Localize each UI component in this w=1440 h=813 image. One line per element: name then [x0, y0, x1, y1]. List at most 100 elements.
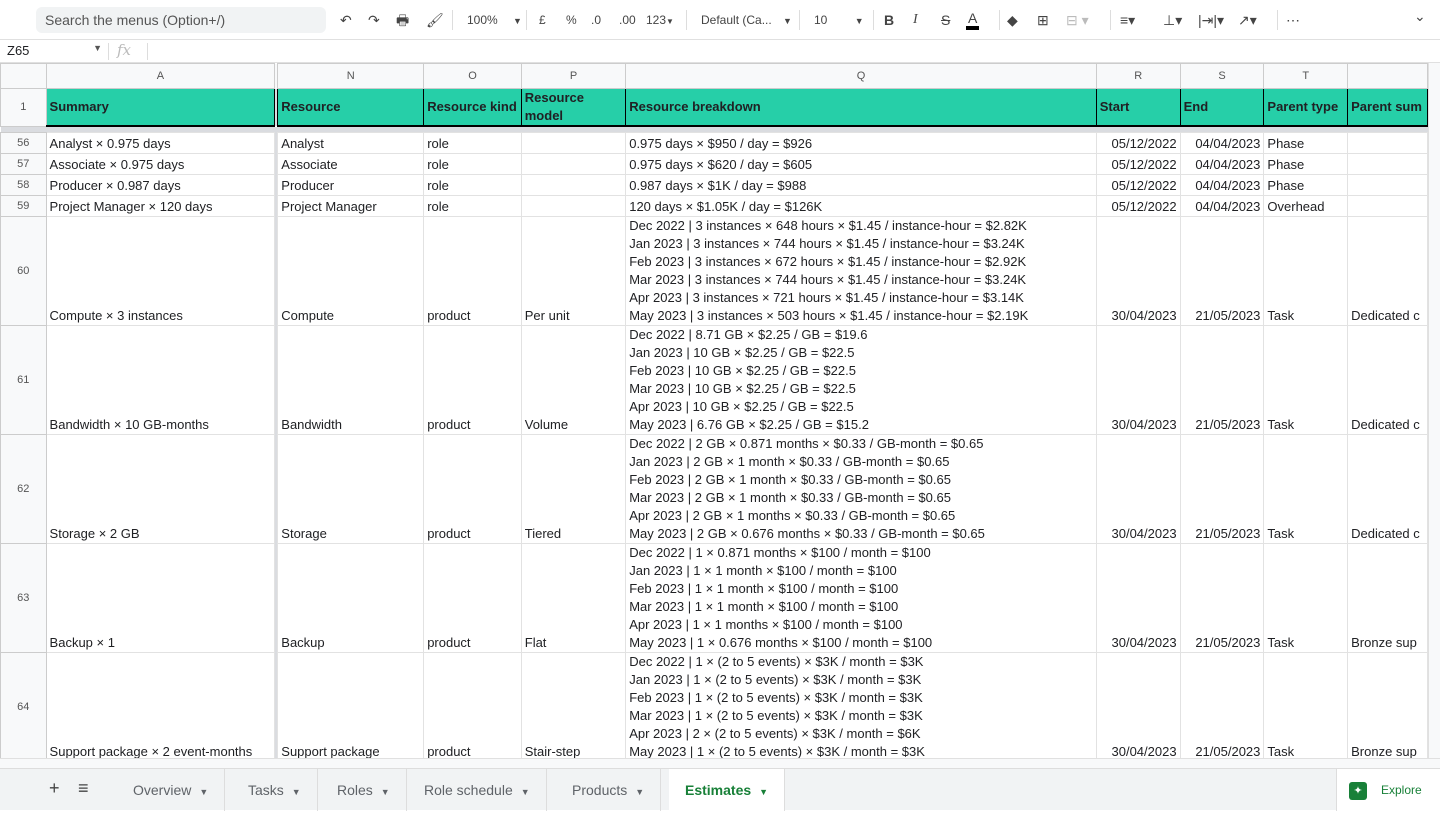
cell[interactable]: product	[423, 215, 522, 326]
cell[interactable]: 30/04/2023	[1095, 433, 1181, 544]
cell[interactable]: Analyst × 0.975 days	[45, 131, 276, 154]
column-header[interactable]: T	[1263, 63, 1349, 89]
horizontal-align-icon[interactable]: ≡▾	[1120, 10, 1135, 30]
cell[interactable]: 05/12/2022	[1095, 194, 1181, 217]
cell[interactable]: product	[423, 433, 522, 544]
cell[interactable]: role	[423, 131, 522, 154]
strikethrough-button[interactable]: S	[941, 10, 950, 30]
percent-button[interactable]: %	[566, 10, 577, 30]
cell[interactable]: Dec 2022 | 3 instances × 648 hours × $1.…	[625, 215, 1097, 326]
cell[interactable]	[1347, 152, 1428, 175]
row-header[interactable]: 63	[0, 542, 47, 653]
column-header[interactable]: A	[45, 63, 276, 89]
cell[interactable]: 05/12/2022	[1095, 131, 1181, 154]
cell[interactable]	[520, 173, 627, 196]
cell[interactable]: 30/04/2023	[1095, 651, 1181, 758]
zoom-select[interactable]: 100% ▼	[467, 10, 522, 31]
cell[interactable]: Project Manager	[277, 194, 425, 217]
cell[interactable]: Storage × 2 GB	[45, 433, 276, 544]
undo-icon[interactable]: ↶	[340, 10, 352, 30]
formula-input[interactable]	[155, 43, 1355, 60]
cell[interactable]: Producer	[277, 173, 425, 196]
search-menus-input[interactable]: Search the menus (Option+/)	[36, 7, 326, 33]
all-sheets-button[interactable]: ≡	[78, 778, 89, 799]
increase-decimal-button[interactable]: .00	[619, 10, 636, 30]
cell[interactable]: Bandwidth × 10 GB-months	[45, 324, 276, 435]
column-header[interactable]: P	[520, 63, 627, 89]
tab-tasks[interactable]: Tasks ▼	[232, 769, 318, 811]
cell[interactable]: Resource model	[520, 88, 627, 127]
cell[interactable]: Tiered	[520, 433, 627, 544]
cell[interactable]: Dec 2022 | 8.71 GB × $2.25 / GB = $19.6 …	[625, 324, 1097, 435]
column-header[interactable]: S	[1179, 63, 1265, 89]
cell[interactable]: 04/04/2023	[1179, 173, 1265, 196]
cell[interactable]: role	[423, 152, 522, 175]
horizontal-scrollbar[interactable]	[0, 758, 1440, 768]
number-format-button[interactable]: 123▼	[646, 10, 674, 32]
cell[interactable]: Flat	[520, 542, 627, 653]
cell[interactable]: Backup × 1	[45, 542, 276, 653]
cell[interactable]: Task	[1263, 215, 1349, 326]
cell[interactable]: Bandwidth	[277, 324, 425, 435]
add-sheet-button[interactable]: +	[49, 778, 60, 799]
italic-button[interactable]: I	[913, 10, 918, 30]
cell[interactable]: Compute × 3 instances	[45, 215, 276, 326]
cell[interactable]: Backup	[277, 542, 425, 653]
cell[interactable]: 21/05/2023	[1179, 542, 1265, 653]
paint-format-icon[interactable]: 🖌	[426, 10, 444, 30]
column-header[interactable]: N	[277, 63, 425, 89]
decrease-decimal-button[interactable]: .0	[591, 10, 601, 30]
cell[interactable]: Resource kind	[423, 88, 522, 127]
cell[interactable]: Volume	[520, 324, 627, 435]
cell[interactable]	[520, 131, 627, 154]
cell[interactable]: 21/05/2023	[1179, 324, 1265, 435]
cell[interactable]: 04/04/2023	[1179, 131, 1265, 154]
cell[interactable]: 04/04/2023	[1179, 194, 1265, 217]
currency-button[interactable]: £	[539, 10, 546, 30]
column-header[interactable]	[1347, 63, 1428, 89]
row-header[interactable]: 60	[0, 215, 47, 326]
row-header[interactable]: 64	[0, 651, 47, 758]
name-box[interactable]: Z65 ▼	[7, 43, 102, 58]
row-header[interactable]: 61	[0, 324, 47, 435]
chevron-down-icon[interactable]: ▼	[759, 787, 768, 797]
tab-estimates[interactable]: Estimates ▼	[669, 769, 786, 811]
cell[interactable]: 21/05/2023	[1179, 433, 1265, 544]
cell[interactable]: product	[423, 542, 522, 653]
column-header[interactable]: R	[1095, 63, 1181, 89]
cell[interactable]: product	[423, 651, 522, 758]
merge-cells-icon[interactable]: ⊟ ▾	[1066, 10, 1089, 30]
cell[interactable]: role	[423, 173, 522, 196]
font-size-select[interactable]: 10 ▼	[814, 10, 864, 31]
cell[interactable]: Parent type	[1263, 88, 1349, 127]
cell[interactable]: Bronze sup	[1347, 542, 1428, 653]
cell[interactable]: Dedicated c	[1347, 433, 1428, 544]
vertical-align-icon[interactable]: ⊥▾	[1163, 10, 1182, 30]
tab-overview[interactable]: Overview ▼	[117, 769, 226, 811]
text-wrap-icon[interactable]: |⇥|▾	[1198, 10, 1224, 30]
tab-role-schedule[interactable]: Role schedule ▼	[408, 769, 547, 811]
borders-icon[interactable]: ⊞	[1037, 10, 1049, 30]
font-select[interactable]: Default (Ca... ▼	[701, 10, 792, 31]
fill-color-icon[interactable]: ◆	[1007, 10, 1018, 30]
print-icon[interactable]: 🖶	[396, 10, 409, 30]
row-header[interactable]: 59	[0, 194, 47, 217]
cell[interactable]: Parent sum	[1347, 88, 1428, 127]
cell[interactable]: role	[423, 194, 522, 217]
chevron-down-icon[interactable]: ▼	[521, 787, 530, 797]
cell[interactable]: Resource	[277, 88, 425, 127]
cell[interactable]: Overhead	[1263, 194, 1349, 217]
cell[interactable]: Phase	[1263, 173, 1349, 196]
row-header[interactable]: 58	[0, 173, 47, 196]
cell[interactable]	[1347, 131, 1428, 154]
cell[interactable]: Dedicated c	[1347, 215, 1428, 326]
cell[interactable]: Phase	[1263, 131, 1349, 154]
cell[interactable]: Support package × 2 event-months	[45, 651, 276, 758]
cell[interactable]	[1347, 173, 1428, 196]
cell[interactable]: 0.975 days × $620 / day = $605	[625, 152, 1097, 175]
cell[interactable]: Associate × 0.975 days	[45, 152, 276, 175]
cell[interactable]: 21/05/2023	[1179, 215, 1265, 326]
column-header[interactable]: Q	[625, 63, 1097, 89]
chevron-down-icon[interactable]: ▼	[292, 787, 301, 797]
cell[interactable]: Task	[1263, 542, 1349, 653]
